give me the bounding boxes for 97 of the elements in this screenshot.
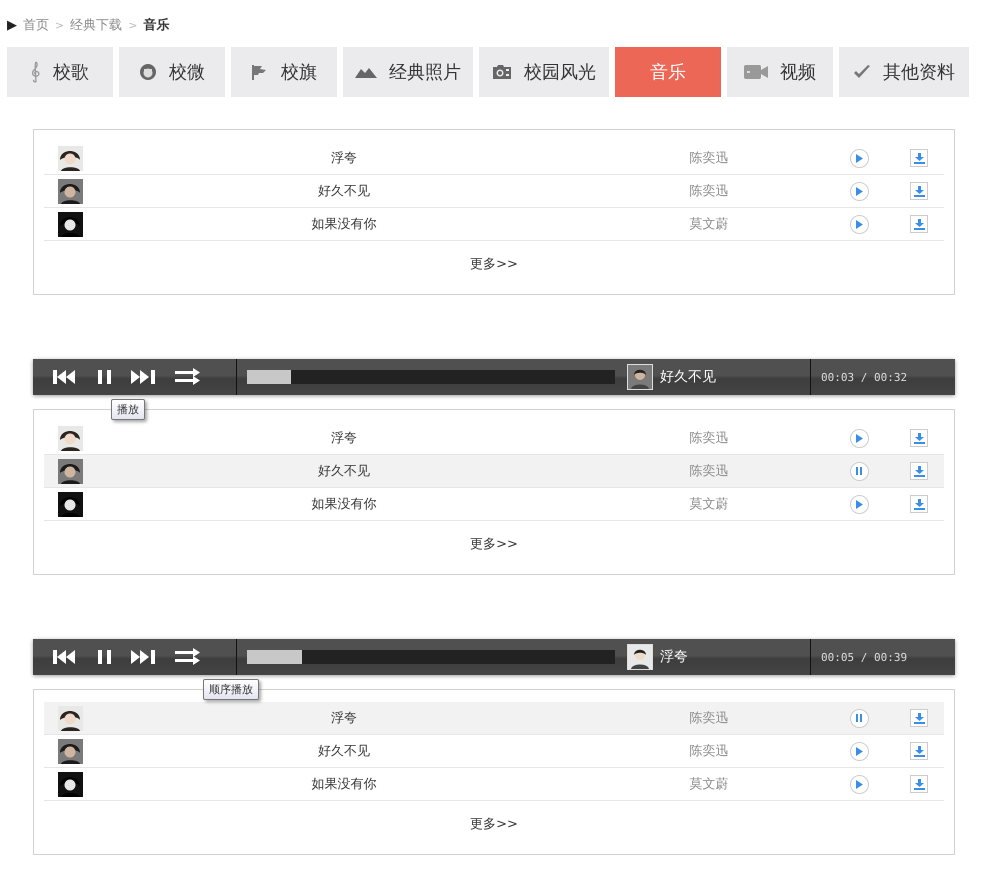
song-title: 如果没有你 xyxy=(312,216,376,233)
artist-name: 陈奕迅 xyxy=(690,430,728,447)
arrows-icon xyxy=(175,648,201,666)
download-button[interactable] xyxy=(910,215,928,233)
play-button[interactable] xyxy=(850,428,868,448)
camera-icon xyxy=(492,64,512,80)
song-title: 浮夸 xyxy=(331,710,357,727)
song-title: 好久不见 xyxy=(318,463,370,480)
nav-tab[interactable]: 校歌 xyxy=(7,47,113,97)
song-title: 如果没有你 xyxy=(312,496,376,513)
next-icon xyxy=(131,369,157,385)
now-playing-title: 好久不见 xyxy=(660,368,716,386)
play-button[interactable] xyxy=(850,214,868,234)
song-title: 如果没有你 xyxy=(312,776,376,793)
download-icon xyxy=(914,746,924,756)
artist-name: 陈奕迅 xyxy=(690,710,728,727)
breadcrumb-link[interactable]: 音乐 xyxy=(143,16,170,34)
nav-tab[interactable]: 经典照片 xyxy=(343,47,473,97)
song-row[interactable]: 好久不见 陈奕迅 xyxy=(44,735,944,768)
breadcrumb-separator: > xyxy=(55,18,64,32)
play-icon xyxy=(855,434,863,442)
play-icon xyxy=(855,500,863,508)
more-link[interactable]: 更多>> xyxy=(470,535,518,553)
pause-icon xyxy=(97,649,113,665)
artist-name: 陈奕迅 xyxy=(690,463,728,480)
song-title: 好久不见 xyxy=(318,183,370,200)
artist-name: 陈奕迅 xyxy=(690,150,728,167)
now-playing-title: 浮夸 xyxy=(660,648,688,666)
tooltip: 播放 xyxy=(111,399,145,420)
treble-clef-icon xyxy=(31,61,41,83)
song-title: 浮夸 xyxy=(331,150,357,167)
breadcrumb-link[interactable]: 经典下载 xyxy=(70,16,122,34)
download-button[interactable] xyxy=(910,149,928,167)
progress-track[interactable] xyxy=(247,370,615,384)
download-icon xyxy=(914,778,924,790)
song-title: 浮夸 xyxy=(331,430,357,447)
download-icon xyxy=(914,432,924,444)
download-button[interactable] xyxy=(910,182,928,200)
artist-name: 陈奕迅 xyxy=(690,183,728,200)
artist-name: 陈奕迅 xyxy=(690,743,728,760)
tooltip: 顺序播放 xyxy=(203,679,259,700)
artist-name: 莫文蔚 xyxy=(690,216,728,233)
play-button[interactable] xyxy=(850,182,868,200)
song-row[interactable]: 如果没有你 莫文蔚 xyxy=(44,768,944,801)
play-icon xyxy=(855,154,863,162)
play-button[interactable] xyxy=(850,774,868,794)
playback-time: 00:03 / 00:32 xyxy=(820,370,908,386)
download-button[interactable] xyxy=(910,462,928,480)
nav-tab[interactable]: 校旗 xyxy=(231,47,337,97)
artist-name: 莫文蔚 xyxy=(690,776,728,793)
download-icon xyxy=(914,712,924,724)
download-button[interactable] xyxy=(910,429,928,447)
download-button[interactable] xyxy=(910,709,928,727)
pause-icon xyxy=(855,467,863,475)
artist-name: 莫文蔚 xyxy=(690,496,728,513)
pause-icon xyxy=(97,369,113,385)
progress-track[interactable] xyxy=(247,650,615,664)
playback-time: 00:05 / 00:39 xyxy=(820,650,908,666)
emblem-icon xyxy=(139,63,157,81)
download-icon xyxy=(914,152,924,164)
play-button[interactable] xyxy=(850,742,868,760)
song-row[interactable]: 如果没有你 莫文蔚 xyxy=(44,208,944,241)
download-icon xyxy=(914,218,924,230)
more-link[interactable]: 更多>> xyxy=(470,255,518,273)
download-icon xyxy=(914,498,924,510)
download-button[interactable] xyxy=(910,495,928,513)
next-icon xyxy=(131,649,157,665)
arrows-icon xyxy=(175,368,201,386)
breadcrumb-link[interactable]: 首页 xyxy=(23,16,49,34)
play-icon xyxy=(855,746,863,756)
nav-tab[interactable]: 校微 xyxy=(119,47,225,97)
song-row[interactable]: 好久不见 陈奕迅 xyxy=(44,175,944,208)
nav-tab[interactable]: 校园风光 xyxy=(479,47,609,97)
song-row[interactable]: 浮夸 陈奕迅 xyxy=(44,702,944,735)
more-link[interactable]: 更多>> xyxy=(470,815,518,833)
song-row[interactable]: 如果没有你 莫文蔚 xyxy=(44,488,944,521)
download-button[interactable] xyxy=(910,742,928,760)
flag-icon xyxy=(251,64,269,80)
breadcrumb-separator: > xyxy=(128,18,138,32)
play-button[interactable] xyxy=(850,494,868,514)
mountain-icon xyxy=(355,66,377,78)
nav-tab[interactable]: 视频 xyxy=(727,47,833,97)
play-icon xyxy=(855,186,863,196)
play-button[interactable] xyxy=(850,148,868,168)
song-row[interactable]: 好久不见 陈奕迅 xyxy=(44,455,944,488)
pause-icon xyxy=(855,714,863,722)
play-icon xyxy=(855,780,863,788)
song-title: 好久不见 xyxy=(318,743,370,760)
song-row[interactable]: 浮夸 陈奕迅 xyxy=(44,142,944,175)
download-icon xyxy=(914,186,924,196)
checkmark-icon xyxy=(853,64,871,80)
video-camera-icon xyxy=(744,64,768,80)
download-button[interactable] xyxy=(910,775,928,793)
play-icon xyxy=(855,220,863,228)
download-icon xyxy=(914,466,924,476)
breadcrumb-marker: ▶ xyxy=(7,18,17,32)
nav-tab[interactable]: 其他资料 xyxy=(839,47,969,97)
